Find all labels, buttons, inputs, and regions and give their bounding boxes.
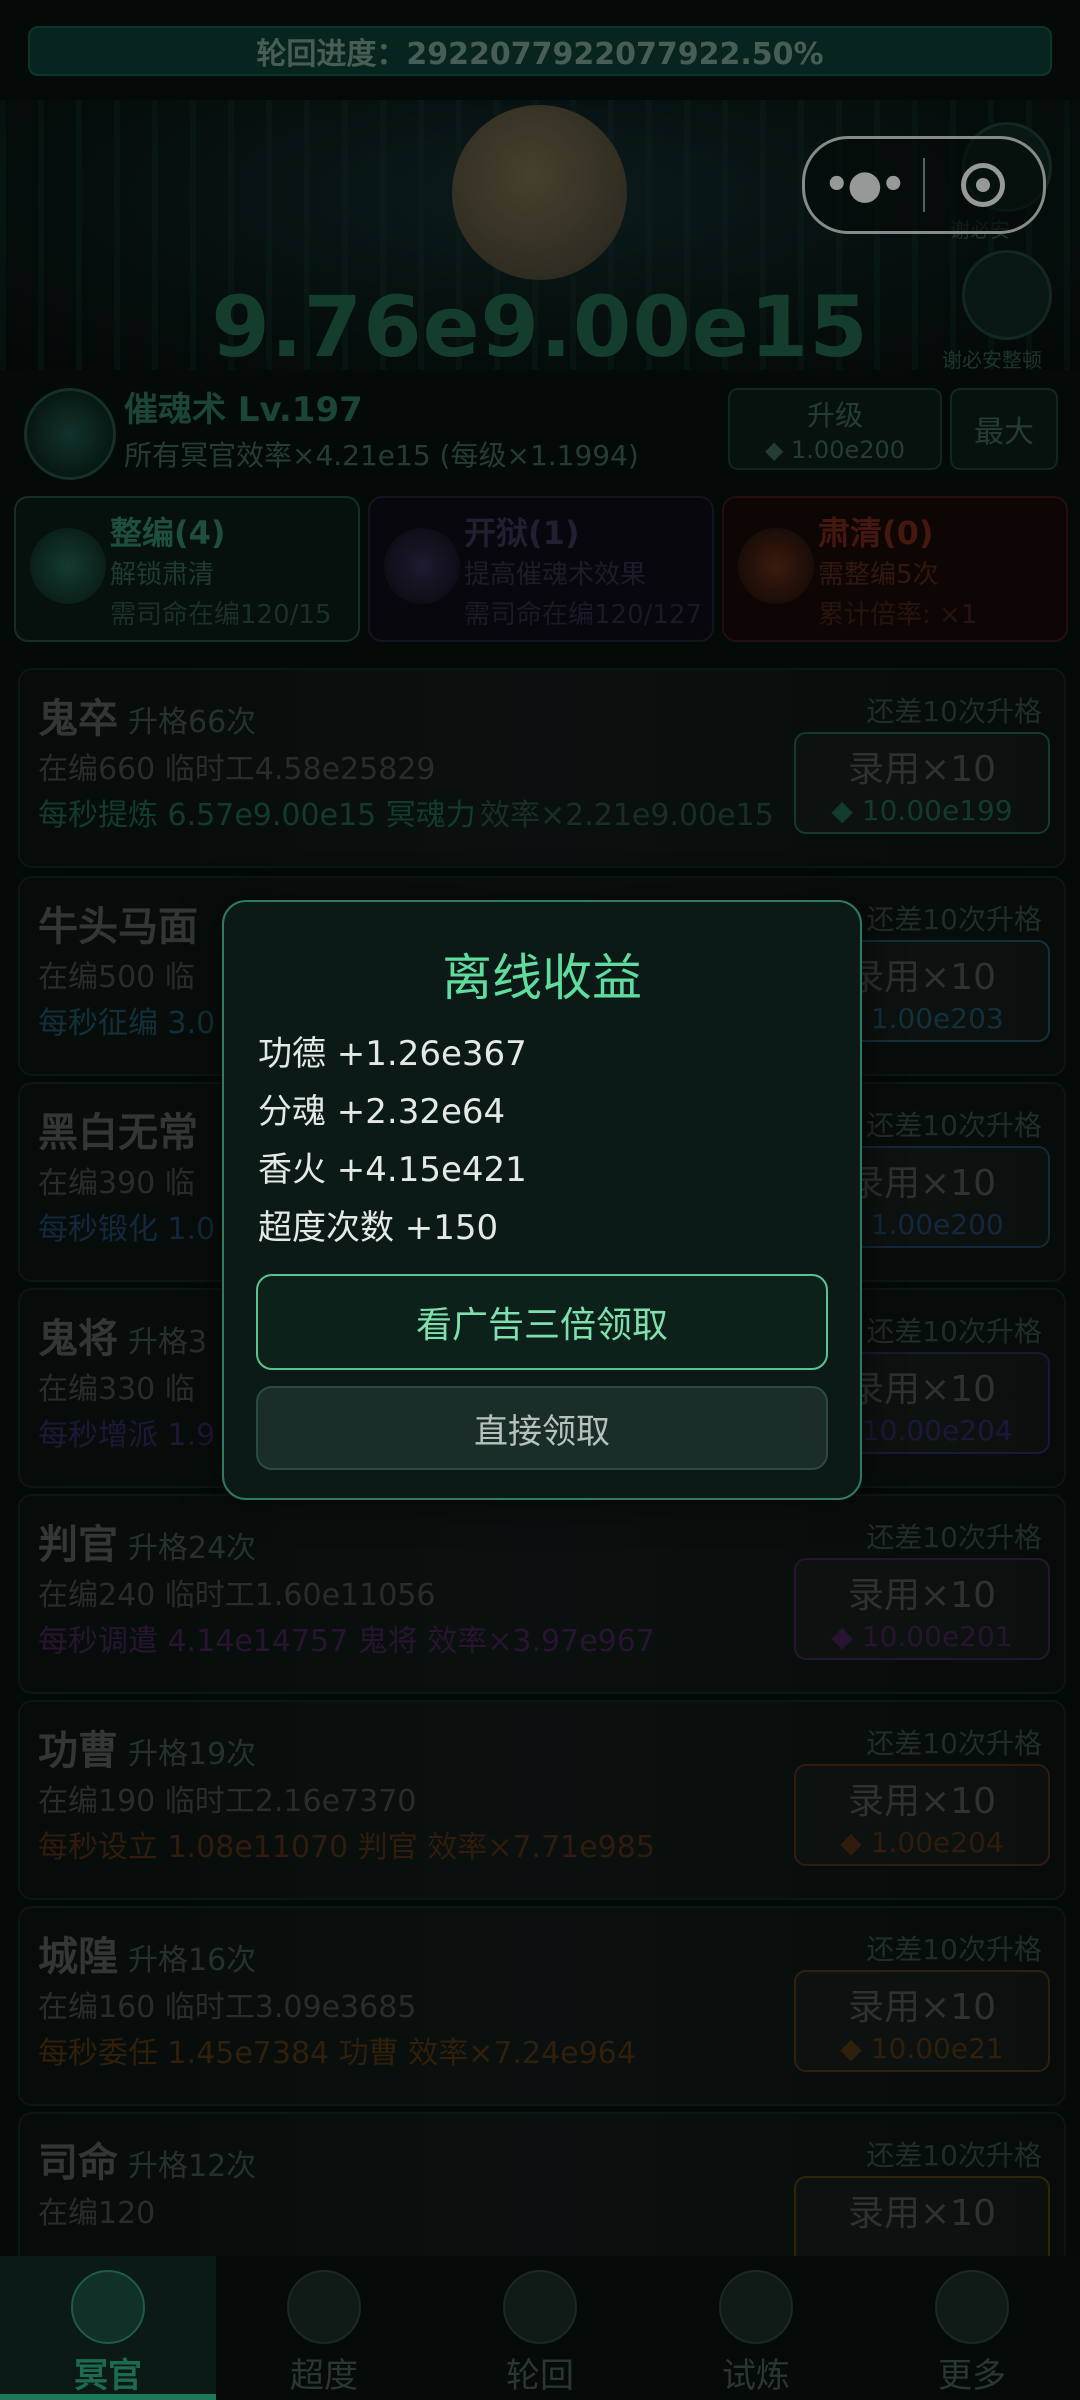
offline-earnings-dialog: 离线收益 功德 +1.26e367 分魂 +2.32e64 香火 +4.15e4… [222, 900, 862, 1500]
bottom-nav: 冥官 超度 轮回 试炼 更多 [0, 2256, 1080, 2400]
nav-label: 轮回 [506, 2356, 574, 2396]
ghost-official-icon [71, 2270, 145, 2344]
active-indicator [0, 2394, 216, 2400]
reward-soul-split: 分魂 +2.32e64 [258, 1092, 506, 1132]
trial-icon [719, 2270, 793, 2344]
nav-tab-3[interactable]: 试炼 [648, 2256, 864, 2400]
watch-ad-triple-button[interactable]: 看广告三倍领取 [256, 1274, 828, 1370]
reward-merit: 功德 +1.26e367 [258, 1034, 527, 1074]
nav-tab-4[interactable]: 更多 [864, 2256, 1080, 2400]
nav-tab-2[interactable]: 轮回 [432, 2256, 648, 2400]
nav-label: 更多 [938, 2356, 1006, 2396]
reward-incense: 香火 +4.15e421 [258, 1150, 527, 1190]
nav-tab-0[interactable]: 冥官 [0, 2256, 216, 2400]
nav-label: 试炼 [722, 2356, 790, 2396]
wheel-icon [503, 2270, 577, 2344]
lantern-icon [287, 2270, 361, 2344]
claim-direct-button[interactable]: 直接领取 [256, 1386, 828, 1470]
nav-tab-1[interactable]: 超度 [216, 2256, 432, 2400]
dialog-title: 离线收益 [442, 949, 642, 1007]
nav-label: 冥官 [74, 2356, 142, 2396]
more-icon [935, 2270, 1009, 2344]
nav-label: 超度 [290, 2356, 358, 2396]
reward-salvation-count: 超度次数 +150 [258, 1208, 499, 1248]
